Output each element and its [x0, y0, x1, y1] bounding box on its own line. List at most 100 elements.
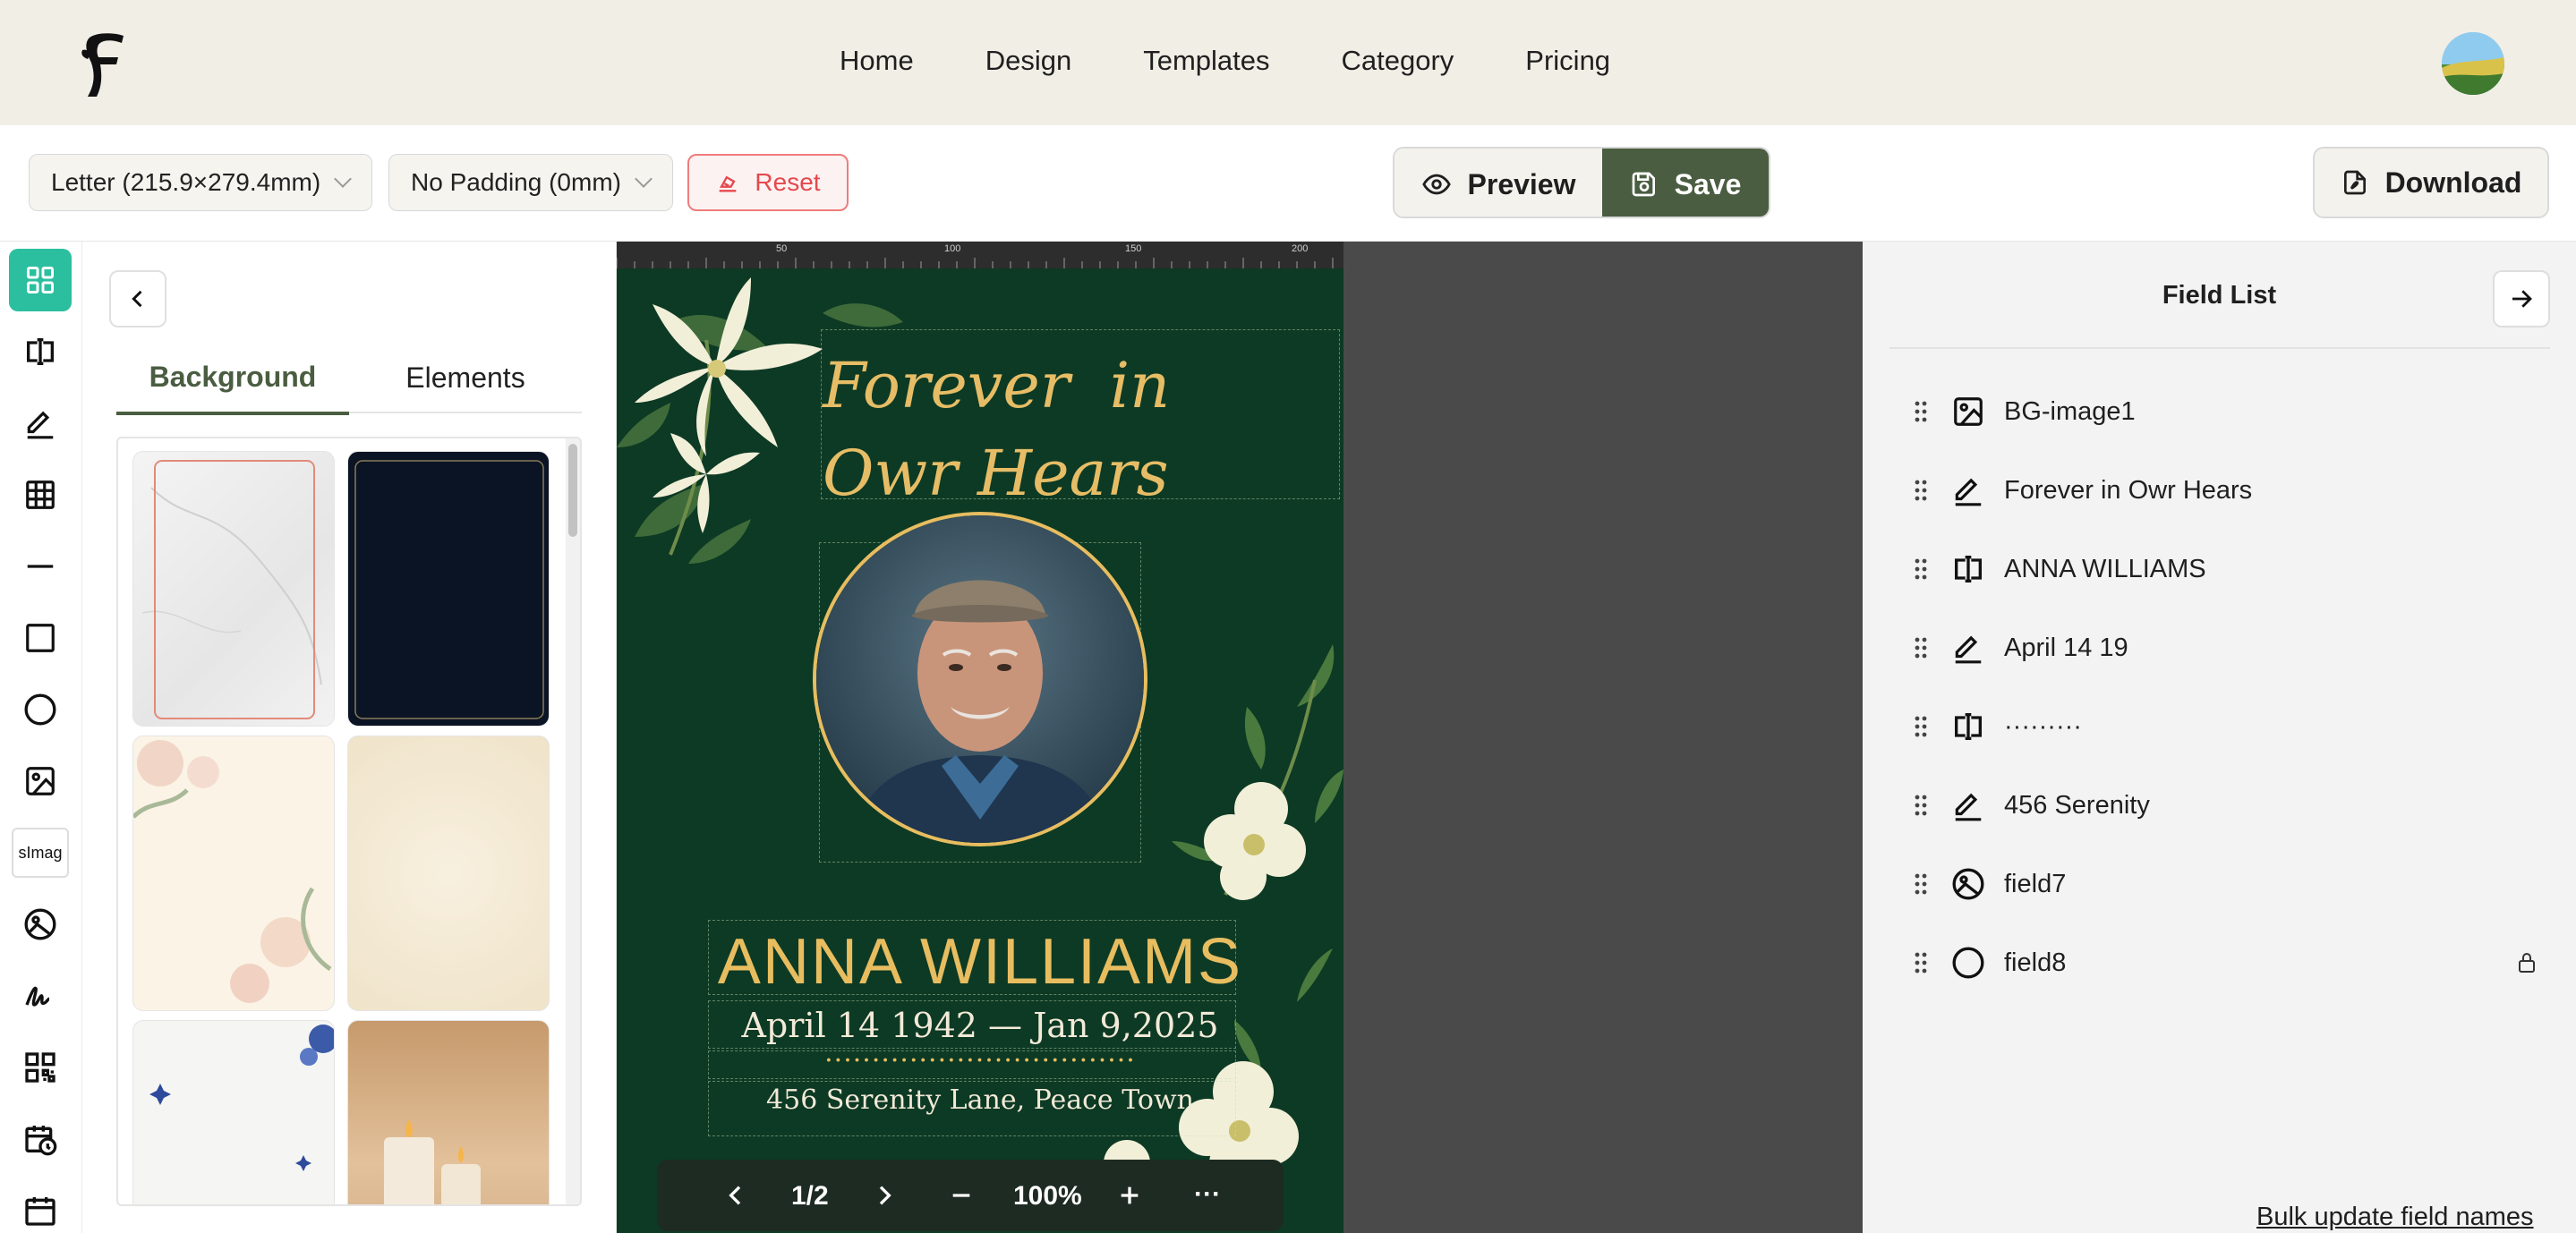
tab-elements[interactable]: Elements	[349, 342, 582, 413]
user-avatar[interactable]	[2442, 32, 2504, 95]
drag-handle-icon[interactable]	[1907, 636, 1934, 659]
preview-button[interactable]: Preview	[1395, 149, 1602, 217]
page-controls: 1/2 100% ···	[657, 1160, 1284, 1231]
rectangle-tool-button[interactable]	[9, 607, 72, 669]
image-icon	[1949, 392, 1988, 431]
qr-code-tool-button[interactable]	[9, 1036, 72, 1099]
field-list-title: Field List	[2162, 281, 2277, 310]
memorial-card-page[interactable]: Forever in Owr Hears ANNA WILLIAMS April…	[617, 268, 1343, 1233]
background-thumbnail[interactable]	[132, 736, 335, 1011]
download-button[interactable]: Download	[2313, 147, 2549, 218]
field-row-bg-image1[interactable]: BG-image1	[1907, 380, 2561, 443]
field-row-dates[interactable]: April 14 19	[1907, 616, 2561, 679]
deceased-name[interactable]: ANNA WILLIAMS	[617, 925, 1343, 999]
page-size-value: Letter (215.9×279.4mm)	[51, 168, 321, 196]
dotted-divider[interactable]: ·································	[617, 1045, 1343, 1076]
brand-logo-icon[interactable]	[77, 30, 131, 98]
editor-toolbar: Letter (215.9×279.4mm) No Padding (0mm) …	[0, 125, 2576, 242]
field-row-dots[interactable]: ·········	[1907, 695, 2561, 758]
lock-icon[interactable]	[2516, 951, 2538, 979]
reset-label: Reset	[755, 168, 821, 196]
qr-code-icon	[25, 1052, 55, 1083]
chevron-left-icon[interactable]	[721, 1181, 750, 1217]
preview-save-group: Preview Save	[1393, 147, 1770, 218]
simage-tool-button[interactable]: sImag	[9, 821, 72, 884]
signature-tool-button[interactable]	[9, 965, 72, 1027]
field-label: field7	[2004, 869, 2067, 898]
drag-handle-icon[interactable]	[1907, 951, 1934, 974]
nav-templates-link[interactable]: Templates	[1143, 45, 1269, 77]
grid-tool-button[interactable]	[9, 249, 72, 311]
asset-tabs: Background Elements	[116, 342, 582, 415]
assets-panel: Background Elements	[82, 242, 617, 1233]
background-thumbnail[interactable]	[347, 451, 550, 727]
save-button[interactable]: Save	[1602, 149, 1769, 217]
background-thumbnail[interactable]	[347, 736, 550, 1011]
drag-handle-icon[interactable]	[1907, 794, 1934, 817]
table-icon	[26, 480, 55, 509]
pen-icon	[1949, 628, 1988, 668]
page-size-select[interactable]: Letter (215.9×279.4mm)	[29, 154, 372, 211]
horizontal-ruler: 50 100 150 200	[617, 242, 1343, 268]
life-dates[interactable]: April 14 1942 — Jan 9,2025	[617, 1006, 1343, 1045]
circle-tool-button[interactable]	[9, 678, 72, 741]
bulk-update-field-names-link[interactable]: Bulk update field names	[2256, 1203, 2534, 1232]
circle-icon	[1949, 943, 1988, 982]
collapse-field-list-button[interactable]	[2493, 270, 2550, 327]
portrait-photo[interactable]	[813, 512, 1147, 846]
drag-handle-icon[interactable]	[1907, 557, 1934, 581]
background-thumbnail[interactable]	[132, 1020, 335, 1204]
nav-category-link[interactable]: Category	[1342, 45, 1454, 77]
text-field-tool-button[interactable]	[9, 320, 72, 383]
pen-icon	[27, 411, 54, 439]
chevron-right-icon[interactable]	[870, 1181, 899, 1217]
rectangle-icon	[26, 624, 55, 652]
field-row-name[interactable]: ANNA WILLIAMS	[1907, 538, 2561, 600]
line-tool-button[interactable]	[9, 535, 72, 598]
title-text[interactable]: Forever in Owr Hears	[823, 342, 1170, 517]
drag-handle-icon[interactable]	[1907, 400, 1934, 423]
drag-handle-icon[interactable]	[1907, 479, 1934, 502]
collapse-panel-button[interactable]	[109, 270, 166, 327]
calendar-tool-button[interactable]	[9, 1179, 72, 1233]
nav-home-link[interactable]: Home	[840, 45, 914, 77]
tab-background[interactable]: Background	[116, 342, 349, 415]
reset-button[interactable]: Reset	[687, 154, 849, 211]
title-line-2: Owr Hears	[823, 437, 1169, 510]
divider	[1889, 347, 2550, 349]
field-label: Forever in Owr Hears	[2004, 475, 2253, 505]
image-circle-tool-button[interactable]	[9, 893, 72, 956]
table-tool-button[interactable]	[9, 463, 72, 526]
chevron-down-icon	[334, 170, 353, 188]
background-thumbnail[interactable]	[132, 451, 335, 727]
drag-handle-icon[interactable]	[1907, 715, 1934, 738]
zoom-in-icon[interactable]	[1115, 1181, 1144, 1217]
background-thumbnail[interactable]	[347, 1020, 550, 1204]
padding-select[interactable]: No Padding (0mm)	[388, 154, 673, 211]
padding-value: No Padding (0mm)	[411, 168, 621, 196]
field-row-field7[interactable]: field7	[1907, 853, 2561, 915]
date-time-icon	[25, 1126, 57, 1156]
drag-handle-icon[interactable]	[1907, 872, 1934, 896]
design-canvas-area: 50 100 150 200 Forever in Owr Hears ANNA…	[617, 242, 1863, 1233]
field-row-title[interactable]: Forever in Owr Hears	[1907, 459, 2561, 522]
nav-design-link[interactable]: Design	[985, 45, 1072, 77]
date-time-tool-button[interactable]	[9, 1108, 72, 1170]
pen-tool-button[interactable]	[9, 392, 72, 455]
more-options-button[interactable]: ···	[1194, 1179, 1221, 1210]
field-row-field8[interactable]: field8	[1907, 931, 2561, 994]
eraser-icon	[720, 175, 737, 192]
image-tool-button[interactable]	[9, 750, 72, 812]
address-text[interactable]: 456 Serenity Lane, Peace Town	[617, 1084, 1343, 1116]
title-line-1: Forever in	[823, 349, 1171, 422]
chevron-left-icon	[132, 290, 142, 308]
pdf-file-icon	[2343, 170, 2366, 195]
text-field-icon	[1949, 549, 1988, 589]
zoom-out-icon[interactable]	[947, 1181, 976, 1217]
field-label: 456 Serenity	[2004, 790, 2150, 820]
thumbnail-scrollbar[interactable]	[566, 438, 580, 1204]
top-nav: Home Design Templates Category Pricing	[0, 0, 2576, 125]
field-row-address[interactable]: 456 Serenity	[1907, 774, 2561, 837]
grid-icon	[27, 267, 54, 293]
nav-pricing-link[interactable]: Pricing	[1525, 45, 1610, 77]
